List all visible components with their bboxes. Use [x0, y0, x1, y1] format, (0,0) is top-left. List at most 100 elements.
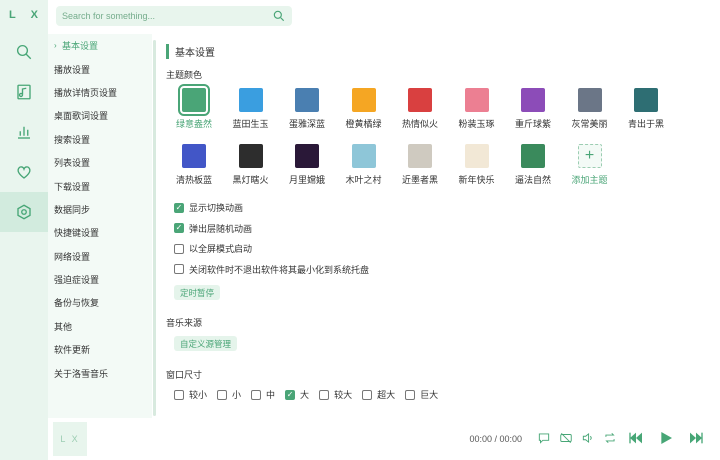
window-size-option[interactable]: 小: [217, 388, 241, 401]
checkbox[interactable]: [251, 389, 262, 400]
settings-nav: › 基本设置 播放设置播放详情页设置桌面歌词设置 搜索设置列表设置下载设置 数据同步快捷…: [48, 34, 152, 418]
checkbox[interactable]: ✓: [174, 223, 184, 233]
theme-color-chip: [521, 144, 545, 168]
theme-swatch[interactable]: 蓝田生玉: [223, 88, 279, 130]
setting-checkbox-row[interactable]: 关闭软件时不退出软件将其最小化到系统托盘: [174, 263, 369, 276]
checkbox[interactable]: [319, 389, 330, 400]
theme-color-chip: [238, 144, 263, 168]
loop-mode-button[interactable]: [602, 430, 618, 446]
theme-swatch[interactable]: 灰常美丽: [562, 88, 618, 130]
settings-nav-label: 播放详情页设置: [54, 87, 118, 98]
settings-nav-item[interactable]: 备份与恢复: [48, 291, 152, 314]
theme-swatch[interactable]: 热情似火: [392, 88, 448, 130]
theme-color-chip: [464, 88, 489, 112]
settings-nav-label: 强迫症设置: [54, 275, 100, 286]
settings-nav-label: 列表设置: [54, 158, 91, 169]
settings-nav-item[interactable]: 强迫症设置: [48, 268, 152, 291]
window-size-option[interactable]: 超大: [362, 388, 395, 401]
settings-nav-label: 快捷键设置: [54, 228, 100, 239]
nav-search-button[interactable]: [0, 32, 48, 72]
settings-nav-item[interactable]: 数据同步: [48, 198, 152, 221]
theme-color-chip: [295, 88, 319, 112]
theme-swatch[interactable]: 近墨者黑: [392, 144, 448, 186]
comment-button[interactable]: [536, 430, 552, 446]
checkbox[interactable]: ✓: [174, 202, 184, 213]
close-button[interactable]: [704, 4, 712, 12]
theme-swatch[interactable]: 木叶之村: [336, 144, 392, 186]
search-icon[interactable]: [272, 9, 286, 23]
theme-name: 灰常美丽: [571, 119, 608, 129]
timer-pause-button[interactable]: 定时暂停: [174, 285, 221, 300]
theme-swatch[interactable]: 新年快乐: [449, 144, 505, 186]
window-size-option[interactable]: 中: [251, 388, 275, 401]
theme-swatch[interactable]: 清热板蓝: [166, 144, 222, 186]
theme-swatch[interactable]: 月里嫦娥: [279, 144, 335, 186]
settings-nav-item[interactable]: 下载设置: [48, 174, 152, 197]
settings-nav-label: 网络设置: [54, 251, 91, 262]
section-title: 基本设置: [166, 44, 215, 59]
settings-nav-item[interactable]: 软件更新: [48, 338, 152, 361]
custom-source-button[interactable]: 自定义源管理: [174, 336, 238, 351]
setting-checkbox-row[interactable]: 以全屏模式启动: [174, 242, 252, 255]
window-size-option[interactable]: 较大: [319, 388, 352, 401]
checkbox[interactable]: [174, 243, 184, 254]
checkbox[interactable]: [217, 389, 228, 400]
nav-settings-button[interactable]: [0, 192, 48, 232]
play-button[interactable]: [658, 430, 674, 446]
theme-swatch[interactable]: 逼法自然: [505, 144, 561, 186]
settings-nav-item[interactable]: › 基本设置: [48, 34, 152, 57]
volume-button[interactable]: [580, 430, 596, 446]
album-cover[interactable]: L X: [53, 422, 87, 456]
theme-swatch[interactable]: 青出于黑: [618, 88, 674, 130]
settings-nav-item[interactable]: 关于洛雪音乐: [48, 361, 152, 384]
lyric-toggle-button[interactable]: [558, 430, 574, 446]
theme-swatch[interactable]: 黑灯瞎火: [223, 144, 279, 186]
nav-songlist-button[interactable]: [0, 72, 48, 112]
window-size-option[interactable]: 较小: [174, 388, 207, 401]
nav-favorites-button[interactable]: [0, 152, 48, 192]
search-input[interactable]: [56, 11, 256, 21]
theme-swatch[interactable]: 粉装玉琢: [449, 88, 505, 130]
settings-nav-item[interactable]: 播放详情页设置: [48, 81, 152, 104]
next-button[interactable]: [688, 430, 704, 446]
theme-color-chip: [351, 144, 376, 168]
theme-name: 清热板蓝: [175, 175, 212, 185]
settings-nav-item[interactable]: 其他: [48, 315, 152, 338]
checkbox[interactable]: ✓: [285, 389, 296, 400]
settings-nav-item[interactable]: 快捷键设置: [48, 221, 152, 244]
window-size-option[interactable]: ✓ 大: [285, 388, 309, 401]
theme-name: 重斤球紫: [514, 119, 551, 129]
add-theme-button[interactable]: + 添加主题: [562, 144, 618, 186]
theme-name: 青出于黑: [627, 119, 664, 129]
repeat-icon: [605, 433, 615, 443]
settings-nav-item[interactable]: 桌面歌词设置: [48, 104, 152, 127]
previous-button[interactable]: [628, 430, 644, 446]
checkbox-label: 小: [232, 390, 242, 400]
checkbox[interactable]: [174, 264, 184, 274]
settings-nav-label: 关于洛雪音乐: [54, 368, 109, 379]
theme-swatch[interactable]: 蛋雅深蓝: [279, 88, 335, 130]
theme-color-label: 主题颜色: [166, 70, 203, 80]
minimize-button[interactable]: [676, 4, 684, 12]
checkbox[interactable]: [174, 389, 184, 400]
setting-checkbox-row[interactable]: ✓ 显示切换动画: [174, 201, 243, 214]
comment-icon: [538, 433, 550, 444]
theme-swatch[interactable]: 重斤球紫: [505, 88, 561, 130]
checkbox[interactable]: [362, 389, 373, 400]
settings-nav-item[interactable]: 列表设置: [48, 151, 152, 174]
window-size-option[interactable]: 巨大: [405, 388, 438, 401]
nav-leaderboard-button[interactable]: [0, 112, 48, 152]
checkbox-label: 以全屏模式启动: [189, 244, 253, 254]
play-icon: [661, 432, 672, 444]
theme-swatch[interactable]: 橙黄橘绿: [336, 88, 392, 130]
setting-checkbox-row[interactable]: ✓ 弹出层随机动画: [174, 222, 252, 235]
settings-nav-item[interactable]: 网络设置: [48, 245, 152, 268]
theme-swatch[interactable]: 绿意盎然: [166, 84, 222, 130]
settings-nav-label: 其他: [54, 321, 73, 332]
settings-nav-item[interactable]: 播放设置: [48, 57, 152, 80]
checkbox[interactable]: [405, 389, 416, 400]
maximize-button[interactable]: [690, 4, 698, 12]
theme-name: 热情似火: [401, 119, 438, 129]
heart-icon: [17, 166, 31, 179]
settings-nav-item[interactable]: 搜索设置: [48, 128, 152, 151]
